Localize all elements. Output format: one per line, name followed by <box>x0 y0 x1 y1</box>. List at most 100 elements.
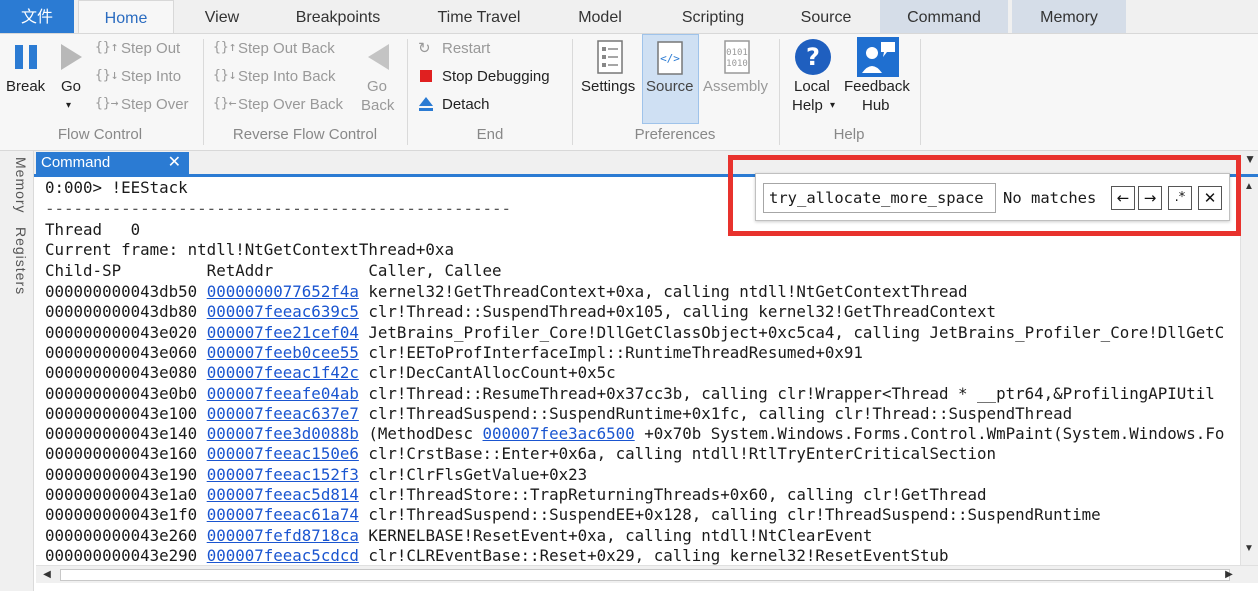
stack-frame-row: 000000000043e080 000007feeac1f42c clr!De… <box>45 362 616 383</box>
child-sp: 000000000043e100 <box>45 403 198 423</box>
local-help-label-2: Help <box>792 97 823 114</box>
reverse-play-icon <box>368 44 389 70</box>
detach-icon <box>419 97 433 111</box>
caller-callee-text: clr!DecCantAllocCount+0x5c <box>368 363 616 383</box>
detach-button[interactable]: Detach <box>442 96 490 113</box>
caller-callee-text: clr!EEToProfInterfaceImpl::RuntimeThread… <box>368 342 863 362</box>
ribbon-separator <box>203 39 204 145</box>
go-back-label-2: Back <box>361 97 395 114</box>
return-address-link[interactable]: 000007fee3d0088b <box>207 424 359 443</box>
stack-frame-row: 000000000043e060 000007feeb0cee55 clr!EE… <box>45 342 863 363</box>
tab-source[interactable]: Source <box>790 0 862 33</box>
step-out-button[interactable]: Step Out <box>121 40 180 57</box>
tab-view[interactable]: View <box>188 0 256 33</box>
feedback-hub-icon <box>857 37 899 77</box>
tab-memory[interactable]: Memory <box>1012 0 1126 33</box>
stack-frame-row: 000000000043e0b0 000007feeafe04ab clr!Th… <box>45 383 1215 404</box>
play-icon <box>61 44 82 70</box>
group-label-flow-control: Flow Control <box>57 126 143 143</box>
divider-line: ----------------------------------------… <box>45 199 512 218</box>
child-sp: 000000000043e060 <box>45 342 198 362</box>
feedback-hub-label-2: Hub <box>862 97 890 114</box>
source-label: Source <box>646 78 694 95</box>
step-into-icon: {}↓ <box>95 68 119 83</box>
svg-text:</>: </> <box>660 52 680 65</box>
pane-menu-icon[interactable]: ▼ <box>1244 152 1256 166</box>
tab-scripting[interactable]: Scripting <box>668 0 758 33</box>
find-previous-arrow-icon[interactable]: ← <box>1111 186 1135 210</box>
scroll-up-arrow-icon[interactable]: ▲ <box>1244 181 1254 192</box>
return-address-link[interactable]: 000007feeac150e6 <box>207 444 359 463</box>
scroll-down-arrow-icon[interactable]: ▼ <box>1244 543 1254 554</box>
restart-button[interactable]: Restart <box>442 40 490 57</box>
step-over-back-button[interactable]: Step Over Back <box>238 96 343 113</box>
method-desc-link[interactable]: 000007fee3ac6500 <box>483 424 635 443</box>
return-address-link[interactable]: 000007feeac152f3 <box>207 465 359 484</box>
vertical-scrollbar[interactable]: ▲ ▼ <box>1240 177 1258 565</box>
child-sp: 000000000043e260 <box>45 525 198 545</box>
step-into-button[interactable]: Step Into <box>121 68 181 85</box>
stop-debugging-button[interactable]: Stop Debugging <box>442 68 550 85</box>
caller-callee-text: clr!ThreadSuspend::SuspendEE+0x128, call… <box>368 505 1101 525</box>
child-sp: 000000000043e020 <box>45 322 198 342</box>
close-find-icon[interactable]: ✕ <box>1198 186 1222 210</box>
child-sp: 000000000043e0b0 <box>45 383 198 403</box>
scroll-right-arrow-icon[interactable]: ▶ <box>1220 568 1238 582</box>
find-next-arrow-icon[interactable]: → <box>1138 186 1162 210</box>
caller-callee-text: KERNELBASE!ResetEvent+0xa, calling ntdll… <box>368 525 873 545</box>
return-address-link[interactable]: 0000000077652f4a <box>207 282 359 301</box>
tab-command[interactable]: Command <box>880 0 1008 33</box>
return-address-link[interactable]: 000007fefd8718ca <box>207 526 359 545</box>
group-label-end: End <box>476 126 504 143</box>
step-into-back-button[interactable]: Step Into Back <box>238 68 336 85</box>
horizontal-scrollbar[interactable]: ◀ ▶ <box>36 565 1258 583</box>
command-window-title: Command <box>41 154 111 171</box>
child-sp: 000000000043e1a0 <box>45 485 198 504</box>
step-over-button[interactable]: Step Over <box>121 96 189 113</box>
assembly-label: Assembly <box>703 78 769 95</box>
scroll-left-arrow-icon[interactable]: ◀ <box>38 568 56 582</box>
go-back-label-1: Go <box>367 78 388 95</box>
return-address-link[interactable]: 000007fee21cef04 <box>207 323 359 342</box>
stack-frame-row: 000000000043e1f0 000007feeac61a74 clr!Th… <box>45 504 1101 525</box>
return-address-link[interactable]: 000007feeac637e7 <box>207 404 359 423</box>
source-button[interactable]: </> Source <box>642 34 699 124</box>
return-address-link[interactable]: 000007feeb0cee55 <box>207 343 359 362</box>
command-window-tab[interactable]: Command ✕ <box>36 152 189 176</box>
stack-frame-row: 000000000043e160 000007feeac150e6 clr!Cr… <box>45 443 996 464</box>
rail-tab-memory[interactable]: Memory <box>7 157 29 214</box>
stack-frame-row: 000000000043e140 000007fee3d0088b (Metho… <box>45 423 1224 444</box>
stack-frame-row: 000000000043e260 000007fefd8718ca KERNEL… <box>45 525 872 546</box>
find-input[interactable]: try_allocate_more_space <box>763 183 996 213</box>
regex-toggle-icon[interactable]: .* <box>1168 186 1192 210</box>
return-address-link[interactable]: 000007feeafe04ab <box>207 384 359 403</box>
close-icon[interactable]: ✕ <box>168 152 181 174</box>
return-address-link[interactable]: 000007feeac5d814 <box>207 485 359 504</box>
horizontal-scroll-thumb[interactable] <box>60 569 1230 581</box>
stop-icon <box>420 70 432 82</box>
thread-line: Thread 0 <box>45 220 141 239</box>
tab-model[interactable]: Model <box>565 0 635 33</box>
return-address-link[interactable]: 000007feeac61a74 <box>207 505 359 524</box>
child-sp: 000000000043db50 <box>45 282 198 301</box>
return-address-link[interactable]: 000007feeac1f42c <box>207 363 359 382</box>
step-out-back-button[interactable]: Step Out Back <box>238 40 335 57</box>
settings-document-icon <box>597 40 623 74</box>
return-address-link[interactable]: 000007feeac639c5 <box>207 302 359 321</box>
source-code-icon: </> <box>657 41 683 75</box>
current-frame-line: Current frame: ntdll!NtGetContextThread+… <box>45 240 454 259</box>
tab-time-travel[interactable]: Time Travel <box>425 0 533 33</box>
local-help-label-1: Local <box>794 78 830 95</box>
rail-tab-registers[interactable]: Registers <box>7 227 29 295</box>
child-sp: 000000000043e290 <box>45 545 198 565</box>
svg-text:?: ? <box>806 43 820 71</box>
tab-file[interactable]: 文件 <box>0 0 74 33</box>
return-address-link[interactable]: 000007feeac5cdcd <box>207 546 359 565</box>
tab-breakpoints[interactable]: Breakpoints <box>283 0 393 33</box>
ribbon-tab-bar: 文件 Home View Breakpoints Time Travel Mod… <box>0 0 1258 34</box>
caller-callee-text: +0x70b System.Windows.Forms.Control.WmPa… <box>634 424 1225 444</box>
tab-home[interactable]: Home <box>78 0 174 34</box>
svg-text:1010: 1010 <box>726 59 748 69</box>
pause-icon <box>15 45 37 69</box>
help-question-icon: ? <box>795 39 831 75</box>
